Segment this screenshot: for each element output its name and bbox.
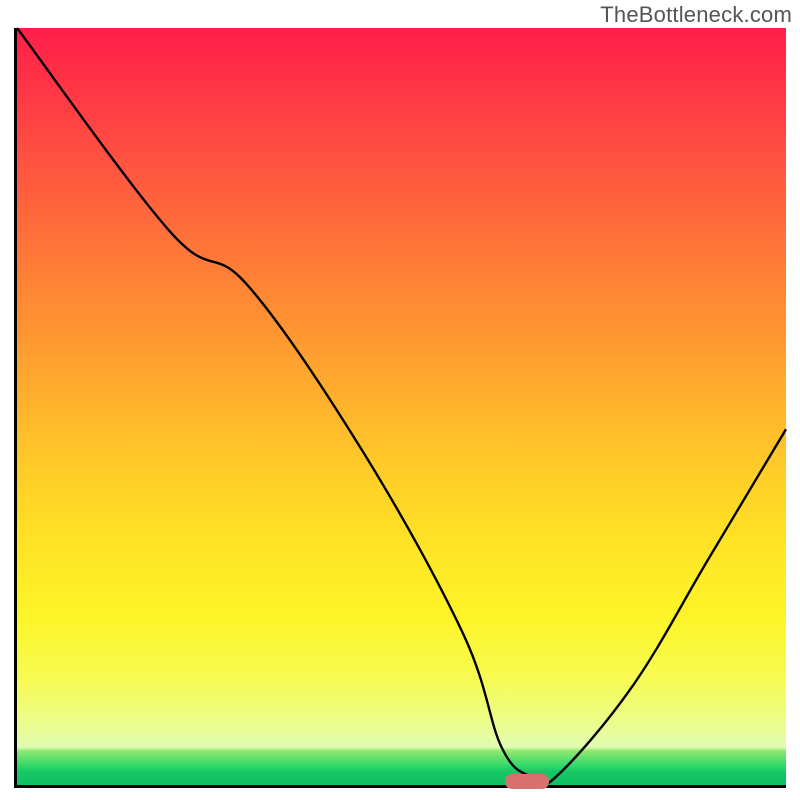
chart-container: TheBottleneck.com xyxy=(0,0,800,800)
plot-area xyxy=(14,28,786,788)
watermark-text: TheBottleneck.com xyxy=(600,2,792,28)
optimal-marker xyxy=(505,774,549,789)
bottleneck-curve xyxy=(17,28,786,785)
